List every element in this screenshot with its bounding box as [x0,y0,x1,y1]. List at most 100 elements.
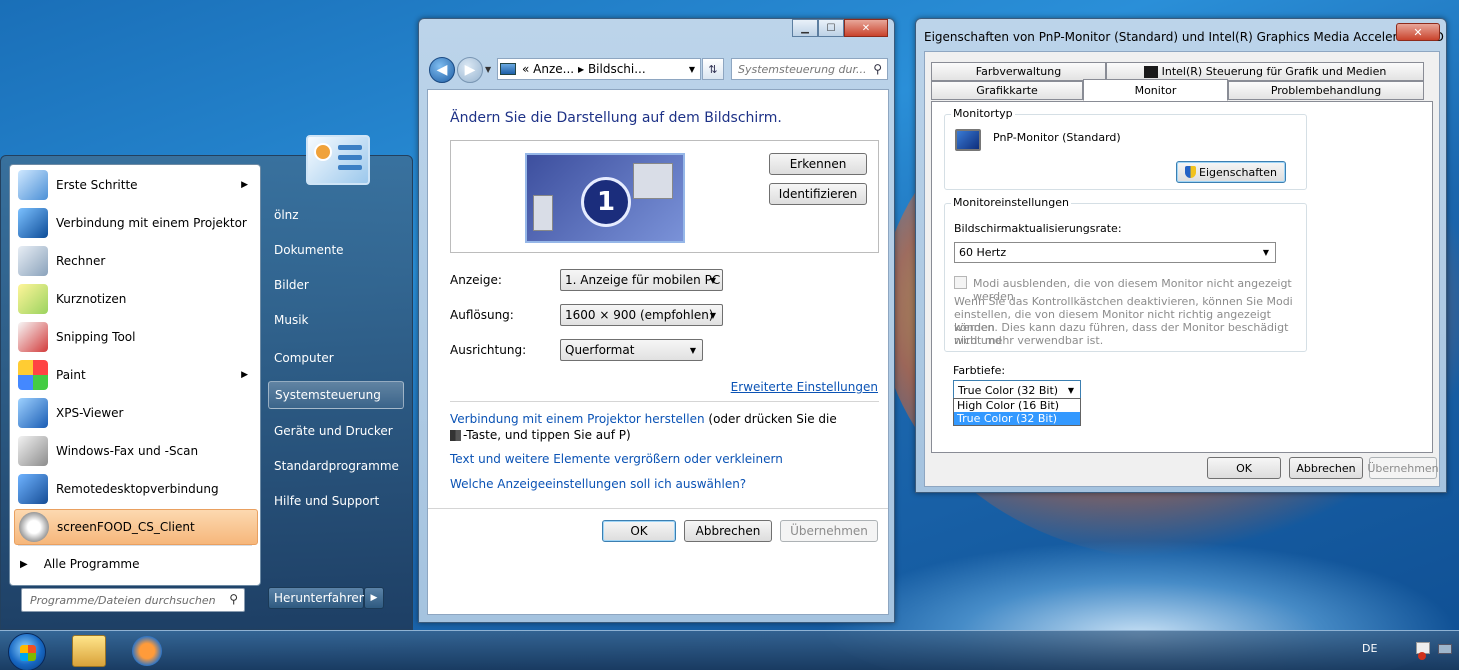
start-item-hilfe[interactable]: Hilfe und Support [268,487,404,515]
color-depth-value: True Color (32 Bit) [958,384,1059,397]
display-label: Anzeige: [450,273,502,287]
shutdown-label: Herunterfahren [274,591,367,605]
projector-info: Verbindung mit einem Projektor herstelle… [450,412,870,426]
apply-button[interactable]: Übernehmen [1367,457,1439,479]
tab-monitor[interactable]: Monitor [1083,79,1228,101]
start-item-label: ölnz [274,208,299,222]
shutdown-options-button[interactable]: ▶ [364,587,384,609]
color-depth-option[interactable]: High Color (16 Bit) [954,399,1080,412]
program-xps-viewer[interactable]: XPS-Viewer [14,395,258,431]
breadcrumb-item[interactable]: Anze... [533,62,574,76]
minimize-button[interactable]: ▁ [792,19,818,37]
tab-farbverwaltung[interactable]: Farbverwaltung [931,62,1106,81]
start-item-computer[interactable]: Computer [268,344,404,372]
color-depth-dropdown-list: High Color (16 Bit) True Color (32 Bit) [953,398,1081,426]
start-search-input[interactable]: Programme/Dateien durchsuchen ⚲ [21,588,245,612]
program-snipping-tool[interactable]: Snipping Tool [14,319,258,355]
all-programs-button[interactable]: ▶ Alle Programme [20,557,139,571]
program-screenfood[interactable]: screenFOOD_CS_Client [14,509,258,545]
language-indicator[interactable]: DE [1362,642,1377,655]
start-item-label: Geräte und Drucker [274,424,393,438]
breadcrumb-item[interactable]: Bildschi... [588,62,646,76]
projector-info-line2: -Taste, und tippen Sie auf P) [450,428,631,442]
program-projektor[interactable]: Verbindung mit einem Projektor [14,205,258,241]
program-kurznotizen[interactable]: Kurznotizen [14,281,258,317]
hide-modes-checkbox[interactable] [954,276,967,289]
start-item-dokumente[interactable]: Dokumente [268,236,404,264]
ok-button[interactable]: OK [602,520,676,542]
start-item-musik[interactable]: Musik [268,306,404,334]
sticky-notes-icon [18,284,48,314]
start-item-standardprogramme[interactable]: Standardprogramme [268,452,404,480]
ok-button[interactable]: OK [1207,457,1281,479]
close-button[interactable]: ✕ [844,19,888,37]
detect-button[interactable]: Erkennen [769,153,867,175]
refresh-icon: ⇅ [708,62,718,76]
projector-link[interactable]: Verbindung mit einem Projektor herstelle… [450,412,705,426]
search-icon: ⚲ [873,62,882,76]
screenfood-icon [19,512,49,542]
control-panel-search-input[interactable]: Systemsteuerung dur... ⚲ [731,58,888,80]
program-erste-schritte[interactable]: Erste Schritte ▶ [14,167,258,203]
color-depth-option-selected[interactable]: True Color (32 Bit) [954,412,1080,425]
color-depth-label: Farbtiefe: [953,364,1006,377]
maximize-button[interactable]: ☐ [818,19,844,37]
start-menu-programs-pane: Erste Schritte ▶ Verbindung mit einem Pr… [9,164,261,586]
window-controls: ▁ ☐ ✕ [792,19,888,37]
user-picture [306,135,370,185]
resolution-select[interactable]: 1600 × 900 (empfohlen) ▼ [560,304,723,326]
tab-grafikkarte[interactable]: Grafikkarte [931,81,1083,100]
explorer-taskbar-icon[interactable] [72,635,106,667]
hide-modes-desc-line: Wenn Sie das Kontrollkästchen deaktivier… [954,295,1293,308]
intel-icon [1143,65,1158,78]
monitor-properties-button[interactable]: Eigenschaften [1176,161,1286,183]
start-item-label: Musik [274,313,309,327]
start-item-systemsteuerung[interactable]: Systemsteuerung [268,381,404,409]
paint-icon [18,360,48,390]
advanced-settings-link[interactable]: Erweiterte Einstellungen [731,380,878,394]
start-item-geraete-drucker[interactable]: Geräte und Drucker [268,417,404,445]
orientation-select[interactable]: Querformat ▼ [560,339,703,361]
forward-button[interactable]: ▶ [457,57,483,83]
error-badge-icon [1418,652,1426,660]
address-prefix: « [522,62,530,76]
display-select[interactable]: 1. Anzeige für mobilen PC ▼ [560,269,723,291]
arrow-left-icon: ◀ [436,62,448,78]
refresh-rate-select[interactable]: 60 Hertz ▼ [954,242,1276,263]
address-bar[interactable]: « Anze... ▶ Bildschi... ▼ [497,58,701,80]
program-rechner[interactable]: Rechner [14,243,258,279]
start-item-bilder[interactable]: Bilder [268,271,404,299]
snipping-tool-icon [18,322,48,352]
recent-pages-button[interactable]: ▼ [485,65,491,74]
refresh-button[interactable]: ⇅ [702,58,724,80]
arrow-right-icon: ▶ [370,593,378,603]
cancel-button[interactable]: Abbrechen [1289,457,1363,479]
cancel-button[interactable]: Abbrechen [684,520,772,542]
identify-button[interactable]: Identifizieren [769,183,867,205]
footer-divider [428,508,888,509]
program-label: Paint [56,368,86,382]
monitor-1-preview[interactable]: 1 [525,153,685,243]
monitor-settings-group: Monitoreinstellungen Bildschirmaktualisi… [944,196,1307,352]
program-paint[interactable]: Paint ▶ [14,357,258,393]
breadcrumb-separator-icon: ▶ [577,64,585,74]
which-settings-link[interactable]: Welche Anzeigeeinstellungen soll ich aus… [450,477,746,491]
text-size-link[interactable]: Text und weitere Elemente vergrößern ode… [450,452,783,466]
chevron-down-icon[interactable]: ▼ [689,65,695,74]
shutdown-button[interactable]: Herunterfahren [268,587,367,609]
network-icon[interactable] [1438,644,1452,654]
start-item-user[interactable]: ölnz [268,201,404,229]
program-remotedesktop[interactable]: Remotedesktopverbindung [14,471,258,507]
start-button[interactable] [8,633,46,670]
program-fax-scan[interactable]: Windows-Fax und -Scan [14,433,258,469]
apply-button[interactable]: Übernehmen [780,520,878,542]
close-button[interactable]: ✕ [1396,23,1440,41]
media-player-taskbar-icon[interactable] [132,636,162,666]
program-label: Snipping Tool [56,330,136,344]
submenu-arrow-icon: ▶ [241,180,248,190]
maximize-icon: ☐ [826,22,836,34]
tab-problembehandlung[interactable]: Problembehandlung [1228,81,1424,100]
page-title: Ändern Sie die Darstellung auf dem Bilds… [450,110,782,126]
chevron-down-icon: ▼ [709,275,716,285]
back-button[interactable]: ◀ [429,57,455,83]
